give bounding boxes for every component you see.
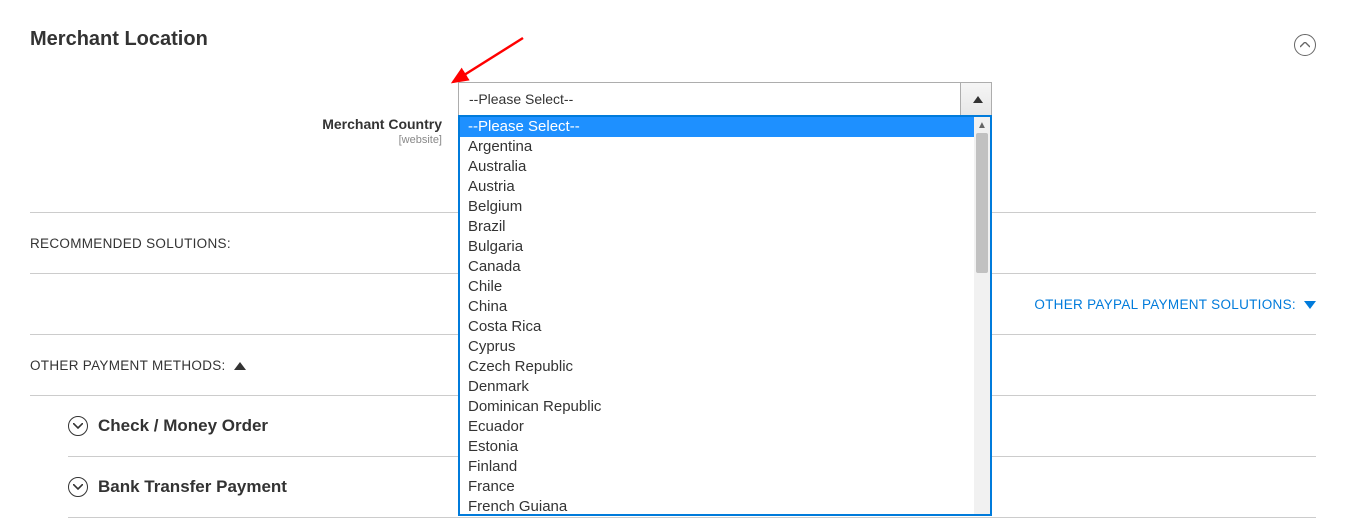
payment-method-name: Check / Money Order xyxy=(98,416,268,436)
chevron-up-icon xyxy=(1300,42,1310,48)
payment-method-row[interactable]: Cash On Delivery Payment xyxy=(68,518,1316,528)
dropdown-option[interactable]: Denmark xyxy=(460,377,974,397)
dropdown-option[interactable]: France xyxy=(460,477,974,497)
dropdown-option[interactable]: Bulgaria xyxy=(460,237,974,257)
dropdown-option[interactable]: Cyprus xyxy=(460,337,974,357)
payment-method-name: Bank Transfer Payment xyxy=(98,477,287,497)
select-toggle-button[interactable] xyxy=(960,83,991,115)
select-value: --Please Select-- xyxy=(459,83,960,115)
recommended-solutions-heading: RECOMMENDED SOLUTIONS: xyxy=(30,236,231,251)
other-payment-methods-label: OTHER PAYMENT METHODS: xyxy=(30,358,226,373)
other-paypal-solutions-link[interactable]: OTHER PAYPAL PAYMENT SOLUTIONS: xyxy=(1034,297,1316,312)
dropdown-option[interactable]: Czech Republic xyxy=(460,357,974,377)
dropdown-option[interactable]: China xyxy=(460,297,974,317)
dropdown-option[interactable]: Canada xyxy=(460,257,974,277)
dropdown-option[interactable]: Brazil xyxy=(460,217,974,237)
expand-icon xyxy=(68,477,88,497)
dropdown-option[interactable]: Chile xyxy=(460,277,974,297)
dropdown-option[interactable]: Ecuador xyxy=(460,417,974,437)
other-payment-methods-heading[interactable]: OTHER PAYMENT METHODS: xyxy=(30,358,246,373)
dropdown-option[interactable]: Finland xyxy=(460,457,974,477)
dropdown-option[interactable]: Dominican Republic xyxy=(460,397,974,417)
expand-icon xyxy=(68,416,88,436)
dropdown-option[interactable]: Australia xyxy=(460,157,974,177)
scroll-thumb[interactable] xyxy=(976,133,988,273)
merchant-country-label: Merchant Country [website] xyxy=(322,117,442,146)
dropdown-option[interactable]: --Please Select-- xyxy=(460,117,974,137)
merchant-country-dropdown: --Please Select--ArgentinaAustraliaAustr… xyxy=(458,115,992,516)
dropdown-option[interactable]: French Guiana xyxy=(460,497,974,514)
dropdown-option[interactable]: Costa Rica xyxy=(460,317,974,337)
caret-up-icon xyxy=(973,96,983,103)
caret-down-icon xyxy=(1304,301,1316,309)
dropdown-option[interactable]: Estonia xyxy=(460,437,974,457)
scroll-up-arrow-icon[interactable]: ▲ xyxy=(974,117,990,133)
dropdown-option[interactable]: Argentina xyxy=(460,137,974,157)
collapse-section-button[interactable] xyxy=(1294,34,1316,56)
dropdown-option[interactable]: Austria xyxy=(460,177,974,197)
merchant-country-select[interactable]: --Please Select-- xyxy=(458,82,992,116)
other-paypal-label: OTHER PAYPAL PAYMENT SOLUTIONS: xyxy=(1034,297,1296,312)
section-title: Merchant Location xyxy=(30,28,208,51)
field-scope-text: [website] xyxy=(322,134,442,146)
field-label-text: Merchant Country xyxy=(322,116,442,132)
dropdown-scrollbar[interactable]: ▲ xyxy=(974,117,990,514)
dropdown-option[interactable]: Belgium xyxy=(460,197,974,217)
caret-up-icon xyxy=(234,362,246,370)
